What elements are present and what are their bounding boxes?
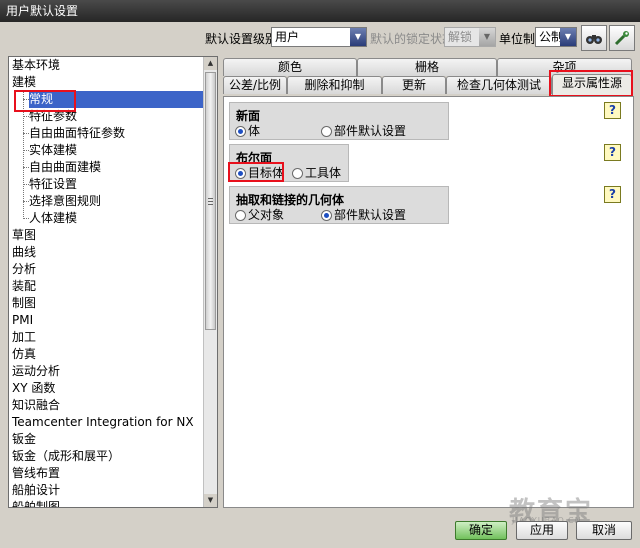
category-tree[interactable]: 基本环境 建模 常规 特征参数 自由曲面特征参数 实体建模 自由曲面建模 特征设… xyxy=(8,56,218,508)
radio-label: 父对象 xyxy=(248,208,285,222)
radio-tool-body[interactable]: 工具体 xyxy=(292,165,341,181)
highlight-box xyxy=(549,70,633,97)
tree-scrollbar[interactable]: ▲ ▼ xyxy=(203,57,217,507)
tree-item[interactable]: 装配 xyxy=(12,278,36,295)
tree-item[interactable]: Teamcenter Integration for NX xyxy=(12,414,194,431)
dialog-body: 默认设置级别 用户 ▼ 默认的锁定状态 解锁 ▼ 单位制 公制 ▼ 基本环境 建… xyxy=(0,22,640,548)
tab-tolerance[interactable]: 公差/比例 xyxy=(223,76,287,94)
tab-grid[interactable]: 栅格 xyxy=(357,58,497,76)
binoculars-icon xyxy=(586,35,602,44)
tree-item[interactable]: 仿真 xyxy=(12,346,36,363)
unit-system-select[interactable]: 公制 ▼ xyxy=(535,27,577,47)
radio-off-icon xyxy=(235,210,246,221)
tree-item[interactable]: 加工 xyxy=(12,329,36,346)
grip-line xyxy=(208,198,213,199)
binoculars-button[interactable] xyxy=(581,25,607,51)
chevron-down-icon[interactable]: ▼ xyxy=(479,28,495,46)
lock-state-label: 默认的锁定状态 xyxy=(370,32,455,46)
wrench-icon xyxy=(614,31,629,46)
tab-delete-suppress[interactable]: 删除和抑制 xyxy=(287,76,382,94)
tree-item[interactable]: XY 函数 xyxy=(12,380,55,397)
default-level-select[interactable]: 用户 ▼ xyxy=(271,27,367,47)
help-icon[interactable]: ? xyxy=(604,186,621,203)
lock-state-select[interactable]: 解锁 ▼ xyxy=(444,27,496,47)
tree-item[interactable]: 分析 xyxy=(12,261,36,278)
ok-button[interactable]: 确定 xyxy=(455,521,507,540)
scroll-up-icon[interactable]: ▲ xyxy=(204,57,217,70)
radio-part-default[interactable]: 部件默认设置 xyxy=(321,123,406,139)
tree-item[interactable]: 实体建模 xyxy=(29,142,77,159)
toolbar: 默认设置级别 用户 ▼ 默认的锁定状态 解锁 ▼ 单位制 公制 ▼ xyxy=(0,22,640,56)
tree-item[interactable]: 自由曲面建模 xyxy=(29,159,101,176)
grip-line xyxy=(208,201,213,202)
radio-parent-object[interactable]: 父对象 xyxy=(235,207,284,223)
chevron-down-icon[interactable]: ▼ xyxy=(350,28,366,46)
tree-item[interactable]: 选择意图规则 xyxy=(29,193,101,210)
radio-off-icon xyxy=(292,168,303,179)
radio-label: 部件默认设置 xyxy=(334,124,407,138)
tree-item[interactable]: 自由曲面特征参数 xyxy=(29,125,125,142)
tree-item[interactable]: 人体建模 xyxy=(29,210,77,227)
tree-item[interactable]: 知识融合 xyxy=(12,397,60,414)
tree-item[interactable]: 运动分析 xyxy=(12,363,60,380)
manage-button[interactable] xyxy=(609,25,635,51)
tree-item[interactable]: 基本环境 xyxy=(12,57,60,74)
tree-item[interactable]: 草图 xyxy=(12,227,36,244)
chevron-down-icon[interactable]: ▼ xyxy=(560,28,576,46)
highlight-box xyxy=(14,90,76,112)
radio-part-default[interactable]: 部件默认设置 xyxy=(321,207,406,223)
settings-panel: 新面 体 部件默认设置 ? 布尔面 目标体 工具体 ? 抽取和链接的几何体 父对… xyxy=(223,96,634,508)
window-title: 用户默认设置 xyxy=(6,4,79,18)
highlight-box xyxy=(228,162,284,182)
radio-body[interactable]: 体 xyxy=(235,123,260,139)
scroll-down-icon[interactable]: ▼ xyxy=(204,494,217,507)
cancel-button[interactable]: 取消 xyxy=(576,521,632,540)
tree-item[interactable]: 制图 xyxy=(12,295,36,312)
tab-update[interactable]: 更新 xyxy=(382,76,446,94)
tree-item[interactable]: 管线布置 xyxy=(12,465,60,482)
lock-state-value: 解锁 xyxy=(448,30,473,44)
tree-item[interactable]: 船舶制图 xyxy=(12,499,60,507)
tree-item[interactable]: 建模 xyxy=(12,74,36,91)
default-level-value: 用户 xyxy=(275,30,300,44)
help-icon[interactable]: ? xyxy=(604,102,621,119)
scrollbar-thumb[interactable] xyxy=(205,72,216,330)
radio-on-icon xyxy=(321,210,332,221)
tab-color[interactable]: 颜色 xyxy=(223,58,357,76)
tree-item[interactable]: 船舶设计 xyxy=(12,482,60,499)
tree-item[interactable]: 钣金 xyxy=(12,431,36,448)
radio-label: 体 xyxy=(248,124,261,138)
unit-system-label: 单位制 xyxy=(499,32,536,46)
group-title: 新面 xyxy=(236,109,261,123)
radio-label: 部件默认设置 xyxy=(334,208,407,222)
radio-label: 工具体 xyxy=(305,166,342,180)
group-new-face: 新面 体 部件默认设置 xyxy=(229,102,449,140)
tree-item[interactable]: 钣金（成形和展平） xyxy=(12,448,120,465)
grip-line xyxy=(208,204,213,205)
tree-item[interactable]: 曲线 xyxy=(12,244,36,261)
help-icon[interactable]: ? xyxy=(604,144,621,161)
group-title: 抽取和链接的几何体 xyxy=(236,193,345,207)
default-level-label: 默认设置级别 xyxy=(205,32,278,46)
tree-item[interactable]: 特征设置 xyxy=(29,176,77,193)
radio-off-icon xyxy=(321,126,332,137)
tab-check-geometry[interactable]: 检查几何体测试 xyxy=(446,76,552,94)
radio-on-icon xyxy=(235,126,246,137)
tree-item[interactable]: PMI xyxy=(12,312,33,329)
group-extract-link: 抽取和链接的几何体 父对象 部件默认设置 xyxy=(229,186,449,224)
window-titlebar: 用户默认设置 xyxy=(0,0,640,22)
apply-button[interactable]: 应用 xyxy=(516,521,568,540)
